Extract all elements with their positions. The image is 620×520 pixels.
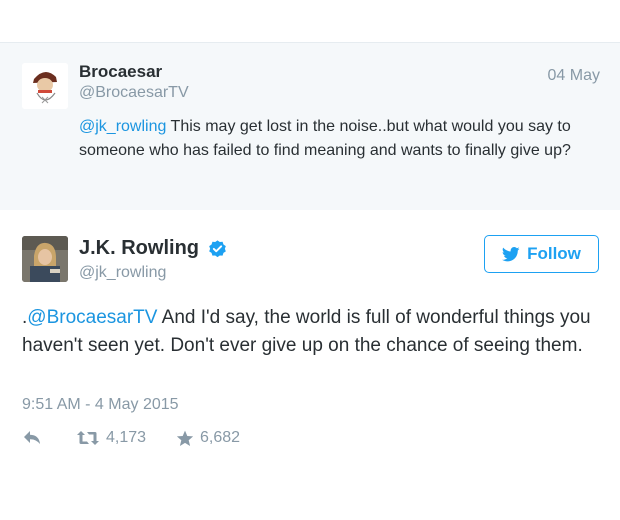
mention-link[interactable]: @jk_rowling	[79, 118, 166, 135]
tweet-date[interactable]: 04 May	[548, 67, 600, 85]
avatar[interactable]	[22, 236, 68, 282]
tweet-text: @jk_rowling This may get lost in the noi…	[79, 115, 589, 163]
avatar[interactable]	[22, 63, 68, 109]
retweet-icon	[77, 431, 99, 445]
author-name[interactable]: Brocaesar	[79, 62, 162, 82]
bird-icon	[502, 246, 520, 261]
follow-button[interactable]: Follow	[484, 235, 599, 273]
reply-tweet: Brocaesar @BrocaesarTV 04 May @jk_rowlin…	[0, 42, 620, 212]
verified-badge-icon	[209, 240, 226, 258]
reply-icon	[24, 431, 40, 444]
favorite-button[interactable]: 6,682	[176, 429, 240, 447]
tweet-timestamp[interactable]: 9:51 AM - 4 May 2015	[22, 396, 179, 414]
reply-button[interactable]	[22, 429, 42, 445]
tweet-text: .@BrocaesarTV And I'd say, the world is …	[22, 304, 607, 360]
author-handle[interactable]: @BrocaesarTV	[79, 84, 189, 102]
author-handle[interactable]: @jk_rowling	[79, 264, 166, 282]
follow-label: Follow	[527, 244, 581, 263]
author-name[interactable]: J.K. Rowling	[79, 237, 199, 260]
star-icon	[176, 430, 194, 446]
retweet-count: 4,173	[106, 429, 147, 446]
mention-link[interactable]: @BrocaesarTV	[27, 307, 157, 328]
main-tweet: J.K. Rowling @jk_rowling Follow .@Brocae…	[0, 210, 620, 520]
retweet-button[interactable]: 4,173	[76, 429, 146, 447]
favorite-count: 6,682	[200, 429, 241, 446]
